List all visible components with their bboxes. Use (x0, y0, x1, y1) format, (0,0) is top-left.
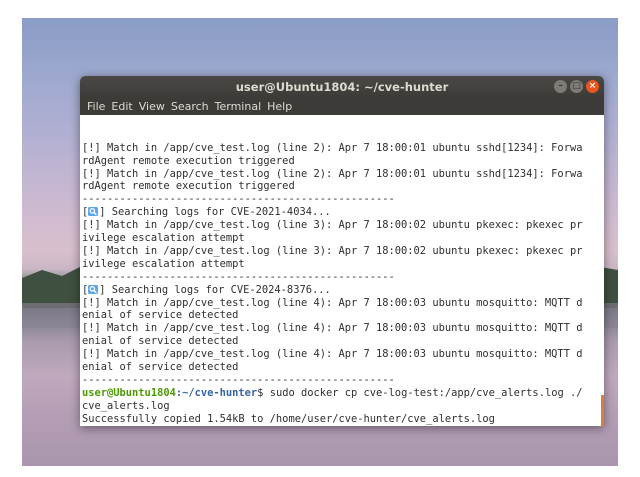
terminal-line-text: enial of service detected (82, 360, 239, 373)
terminal-line-text: [!] Match in /app/cve_test.log (line 3):… (82, 219, 583, 232)
terminal-output[interactable]: [!] Match in /app/cve_test.log (line 2):… (80, 115, 604, 426)
window-title: user@Ubuntu1804: ~/cve-hunter (235, 80, 449, 94)
terminal-line: enial of service detected (82, 335, 604, 348)
terminal-line-text: ----------------------------------------… (82, 373, 395, 386)
terminal-line-text: enial of service detected (82, 335, 239, 348)
terminal-line-text: [!] Match in /app/cve_test.log (line 2):… (82, 167, 583, 180)
window-controls: – □ × (554, 80, 599, 94)
terminal-window: user@Ubuntu1804: ~/cve-hunter – □ × File… (80, 76, 604, 426)
terminal-line-text: [!] Match in /app/cve_test.log (line 4):… (82, 296, 583, 309)
terminal-line-text: rdAgent remote execution triggered (82, 180, 295, 193)
terminal-line-text: ] Searching logs for CVE-2024-8376... (99, 283, 331, 296)
terminal-line: Successfully copied 1.54kB to /home/user… (82, 413, 604, 426)
terminal-line: [!] Match in /app/cve_test.log (line 4):… (82, 322, 604, 335)
terminal-line: [!] Match in /app/cve_test.log (line 2):… (82, 142, 604, 155)
terminal-line: rdAgent remote execution triggered (82, 180, 604, 193)
terminal-line-text: [!] Match in /app/cve_test.log (line 4):… (82, 348, 583, 361)
terminal-line-text: ] Searching logs for CVE-2021-4034... (99, 206, 331, 219)
scrollbar-marker[interactable] (601, 395, 604, 426)
terminal-line-text: [!] Match in /app/cve_test.log (line 2):… (82, 141, 583, 154)
terminal-line-text: ivilege escalation attempt (82, 257, 245, 270)
terminal-line-text: ----------------------------------------… (82, 193, 395, 206)
terminal-line: [!] Match in /app/cve_test.log (line 2):… (82, 168, 604, 181)
terminal-line-text: ivilege escalation attempt (82, 232, 245, 245)
menu-edit[interactable]: Edit (108, 98, 135, 115)
magnifier-icon (88, 284, 99, 294)
terminal-line: user@Ubuntu1804:~/cve-hunter$ sudo docke… (82, 387, 604, 400)
prompt-path: :~/cve-hunter (176, 425, 257, 426)
menu-bar: File Edit View Search Terminal Help (80, 98, 604, 115)
terminal-line: ivilege escalation attempt (82, 258, 604, 271)
terminal-line-text: enial of service detected (82, 309, 239, 322)
terminal-line-text: [!] Match in /app/cve_test.log (line 4):… (82, 322, 583, 335)
terminal-line: enial of service detected (82, 309, 604, 322)
terminal-line-text: [!] Match in /app/cve_test.log (line 3):… (82, 244, 583, 257)
magnifier-icon (88, 207, 99, 217)
terminal-line: [!] Match in /app/cve_test.log (line 4):… (82, 348, 604, 361)
menu-view[interactable]: View (136, 98, 168, 115)
window-titlebar[interactable]: user@Ubuntu1804: ~/cve-hunter – □ × (80, 76, 604, 98)
terminal-line-text: Successfully copied 1.54kB to /home/user… (82, 412, 495, 425)
terminal-line: [!] Match in /app/cve_test.log (line 3):… (82, 219, 604, 232)
menu-search[interactable]: Search (168, 98, 212, 115)
prompt-command: sudo docker cp cve-log-test:/app/cve_ale… (263, 386, 583, 399)
prompt-user: user@Ubuntu1804 (82, 386, 176, 399)
terminal-line: user@Ubuntu1804:~/cve-hunter$ cat cve_al… (82, 425, 604, 426)
close-icon[interactable]: × (586, 80, 599, 93)
terminal-line: ivilege escalation attempt (82, 232, 604, 245)
prompt-user: user@Ubuntu1804 (82, 425, 176, 426)
desktop-wallpaper: user@Ubuntu1804: ~/cve-hunter – □ × File… (22, 18, 618, 466)
minimize-icon[interactable]: – (554, 80, 567, 93)
terminal-line: enial of service detected (82, 361, 604, 374)
menu-terminal[interactable]: Terminal (212, 98, 265, 115)
terminal-line-text: rdAgent remote execution triggered (82, 154, 295, 167)
terminal-line: ----------------------------------------… (82, 193, 604, 206)
terminal-line-text: cve_alerts.log (82, 399, 170, 412)
terminal-line: [] Searching logs for CVE-2021-4034... (82, 206, 604, 219)
prompt-command: cat cve_alerts.log (263, 425, 383, 426)
terminal-line: [!] Match in /app/cve_test.log (line 3):… (82, 245, 604, 258)
terminal-line: [] Searching logs for CVE-2024-8376... (82, 284, 604, 297)
terminal-line: ----------------------------------------… (82, 374, 604, 387)
terminal-line: [!] Match in /app/cve_test.log (line 4):… (82, 297, 604, 310)
terminal-line: ----------------------------------------… (82, 271, 604, 284)
prompt-path: :~/cve-hunter (175, 386, 258, 399)
terminal-line: rdAgent remote execution triggered (82, 155, 604, 168)
terminal-line: cve_alerts.log (82, 400, 604, 413)
menu-help[interactable]: Help (264, 98, 295, 115)
terminal-line-text: ----------------------------------------… (82, 270, 395, 283)
menu-file[interactable]: File (84, 98, 108, 115)
maximize-icon[interactable]: □ (570, 80, 583, 93)
